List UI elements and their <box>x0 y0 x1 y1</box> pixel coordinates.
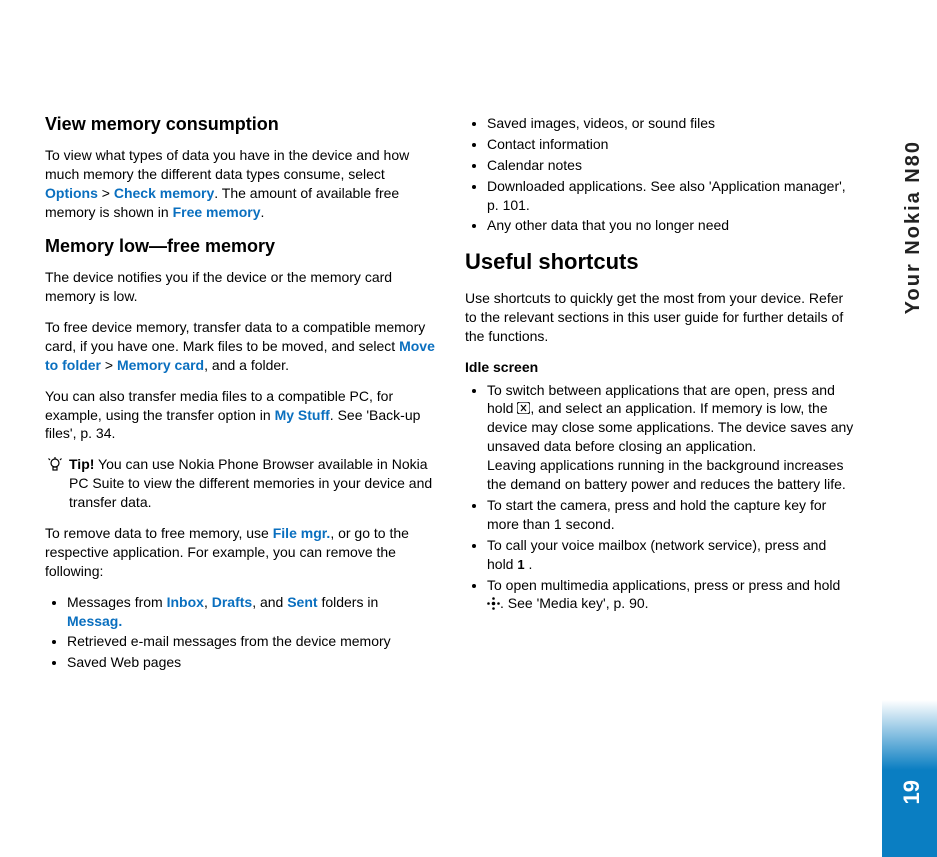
text: To free device memory, transfer data to … <box>45 319 425 354</box>
text: > <box>98 185 114 201</box>
remove-list: Messages from Inbox, Drafts, and Sent fo… <box>45 593 435 673</box>
text: Leaving applications running in the back… <box>487 457 846 492</box>
media-key-icon <box>487 595 500 613</box>
nav-memory-card: Memory card <box>117 357 204 373</box>
idle-list: To switch between applications that are … <box>465 381 855 614</box>
list-item: Saved images, videos, or sound files <box>487 114 855 133</box>
para-low-1: The device notifies you if the device or… <box>45 268 435 306</box>
page-number: 19 <box>899 780 925 804</box>
nav-drafts: Drafts <box>212 594 252 610</box>
nav-check-memory: Check memory <box>114 185 214 201</box>
list-item: Contact information <box>487 135 855 154</box>
text: folders in <box>318 594 379 610</box>
nav-options: Options <box>45 185 98 201</box>
side-strip-top <box>882 0 937 700</box>
tip-block: Tip! You can use Nokia Phone Browser ava… <box>69 455 435 512</box>
heading-view-memory: View memory consumption <box>45 112 435 136</box>
right-column: Saved images, videos, or sound files Con… <box>465 112 855 684</box>
text: Messages from <box>67 594 167 610</box>
list-item: To open multimedia applications, press o… <box>487 576 855 614</box>
nav-free-memory: Free memory <box>173 204 261 220</box>
list-item: Saved Web pages <box>67 653 435 672</box>
text: , and select an application. If memory i… <box>487 400 853 454</box>
text: . See 'Media key', p. 90. <box>500 595 649 611</box>
tip-icon <box>47 457 63 478</box>
list-item: To switch between applications that are … <box>487 381 855 494</box>
para-low-3: You can also transfer media files to a c… <box>45 387 435 444</box>
tip-label: Tip! <box>69 456 94 472</box>
list-item: Retrieved e-mail messages from the devic… <box>67 632 435 651</box>
text: , <box>204 594 212 610</box>
list-item: Downloaded applications. See also 'Appli… <box>487 177 855 215</box>
nav-my-stuff: My Stuff <box>275 407 330 423</box>
side-label: Your Nokia N80 <box>902 140 925 314</box>
text: . <box>525 556 533 572</box>
text: , and <box>252 594 287 610</box>
list-item: Calendar notes <box>487 156 855 175</box>
text: To view what types of data you have in t… <box>45 147 409 182</box>
nav-inbox: Inbox <box>167 594 204 610</box>
para-low-2: To free device memory, transfer data to … <box>45 318 435 375</box>
remove-list-cont: Saved images, videos, or sound files Con… <box>465 114 855 235</box>
para-remove: To remove data to free memory, use File … <box>45 524 435 581</box>
text: . <box>261 204 265 220</box>
list-item: Messages from Inbox, Drafts, and Sent fo… <box>67 593 435 631</box>
side-strip-gradient <box>882 700 937 770</box>
left-column: View memory consumption To view what typ… <box>45 112 435 684</box>
text: , and a folder. <box>204 357 289 373</box>
side-strip <box>882 0 937 857</box>
list-item: Any other data that you no longer need <box>487 216 855 235</box>
nav-messag: Messag. <box>67 613 122 629</box>
tip-body: You can use Nokia Phone Browser availabl… <box>69 456 432 510</box>
key-1-icon: 1 <box>517 556 524 574</box>
nav-file-mgr: File mgr. <box>273 525 331 541</box>
text: To remove data to free memory, use <box>45 525 273 541</box>
list-item: To call your voice mailbox (network serv… <box>487 536 855 574</box>
para-useful: Use shortcuts to quickly get the most fr… <box>465 289 855 346</box>
heading-useful-shortcuts: Useful shortcuts <box>465 247 855 277</box>
para-view-memory: To view what types of data you have in t… <box>45 146 435 222</box>
text: > <box>101 357 117 373</box>
menu-key-icon <box>517 400 530 418</box>
text: To open multimedia applications, press o… <box>487 577 840 593</box>
subhead-idle-screen: Idle screen <box>465 358 855 377</box>
content-area: View memory consumption To view what typ… <box>45 112 855 684</box>
heading-memory-low: Memory low—free memory <box>45 234 435 258</box>
nav-sent: Sent <box>287 594 317 610</box>
text: To call your voice mailbox (network serv… <box>487 537 826 572</box>
list-item: To start the camera, press and hold the … <box>487 496 855 534</box>
